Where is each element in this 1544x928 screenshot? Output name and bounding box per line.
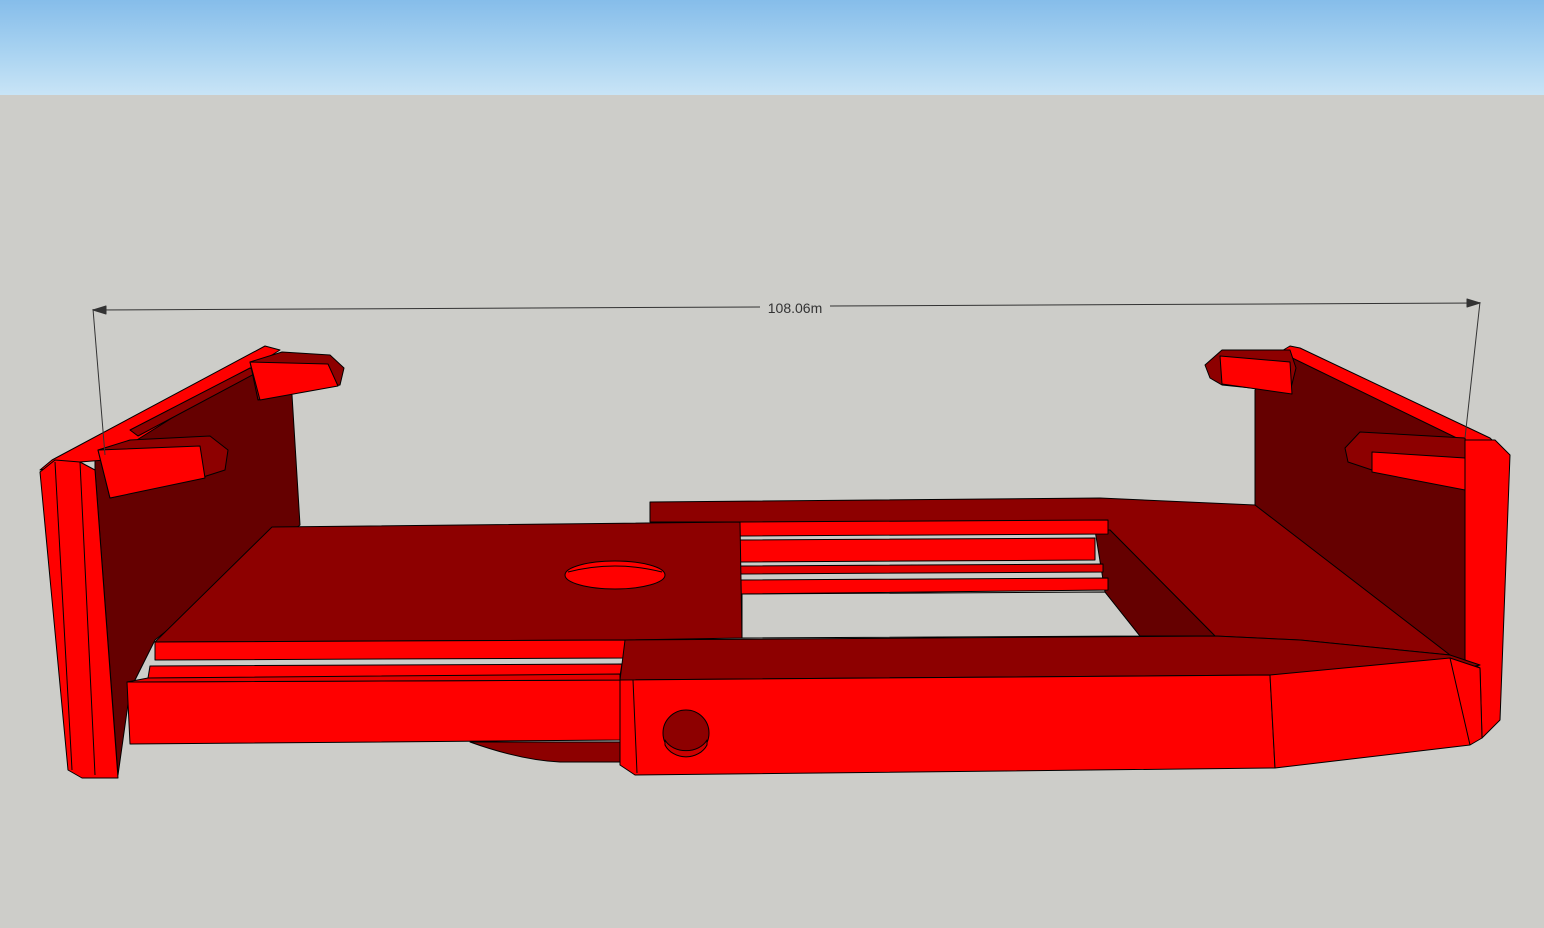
base-window [741, 591, 1141, 639]
dimension-line-left [92, 306, 761, 311]
rail-3 [739, 563, 1104, 575]
left-rear-lip-face [249, 361, 339, 401]
underside-bulge [469, 741, 621, 763]
model-scene[interactable]: 108.06m [0, 0, 1544, 928]
front-bar-end [1269, 657, 1483, 769]
rail-2 [739, 537, 1096, 563]
slide-rail-1 [154, 639, 626, 661]
slide-plate-hole [564, 560, 666, 590]
rail-1 [739, 519, 1109, 537]
dimension-arrow-right [1466, 298, 1481, 308]
dimension-line-right [829, 302, 1481, 307]
dimension-label: 108.06m [768, 300, 822, 316]
front-bar-face [619, 674, 1276, 776]
3d-viewport[interactable]: 108.06m [0, 0, 1544, 928]
rail-4 [739, 577, 1109, 595]
dimension-extension-left [92, 308, 106, 456]
left-bar-front [126, 679, 623, 745]
dimension-extension-right [1464, 301, 1481, 439]
right-rear-lip-face [1219, 355, 1293, 395]
dimension-arrow-left [92, 305, 107, 315]
